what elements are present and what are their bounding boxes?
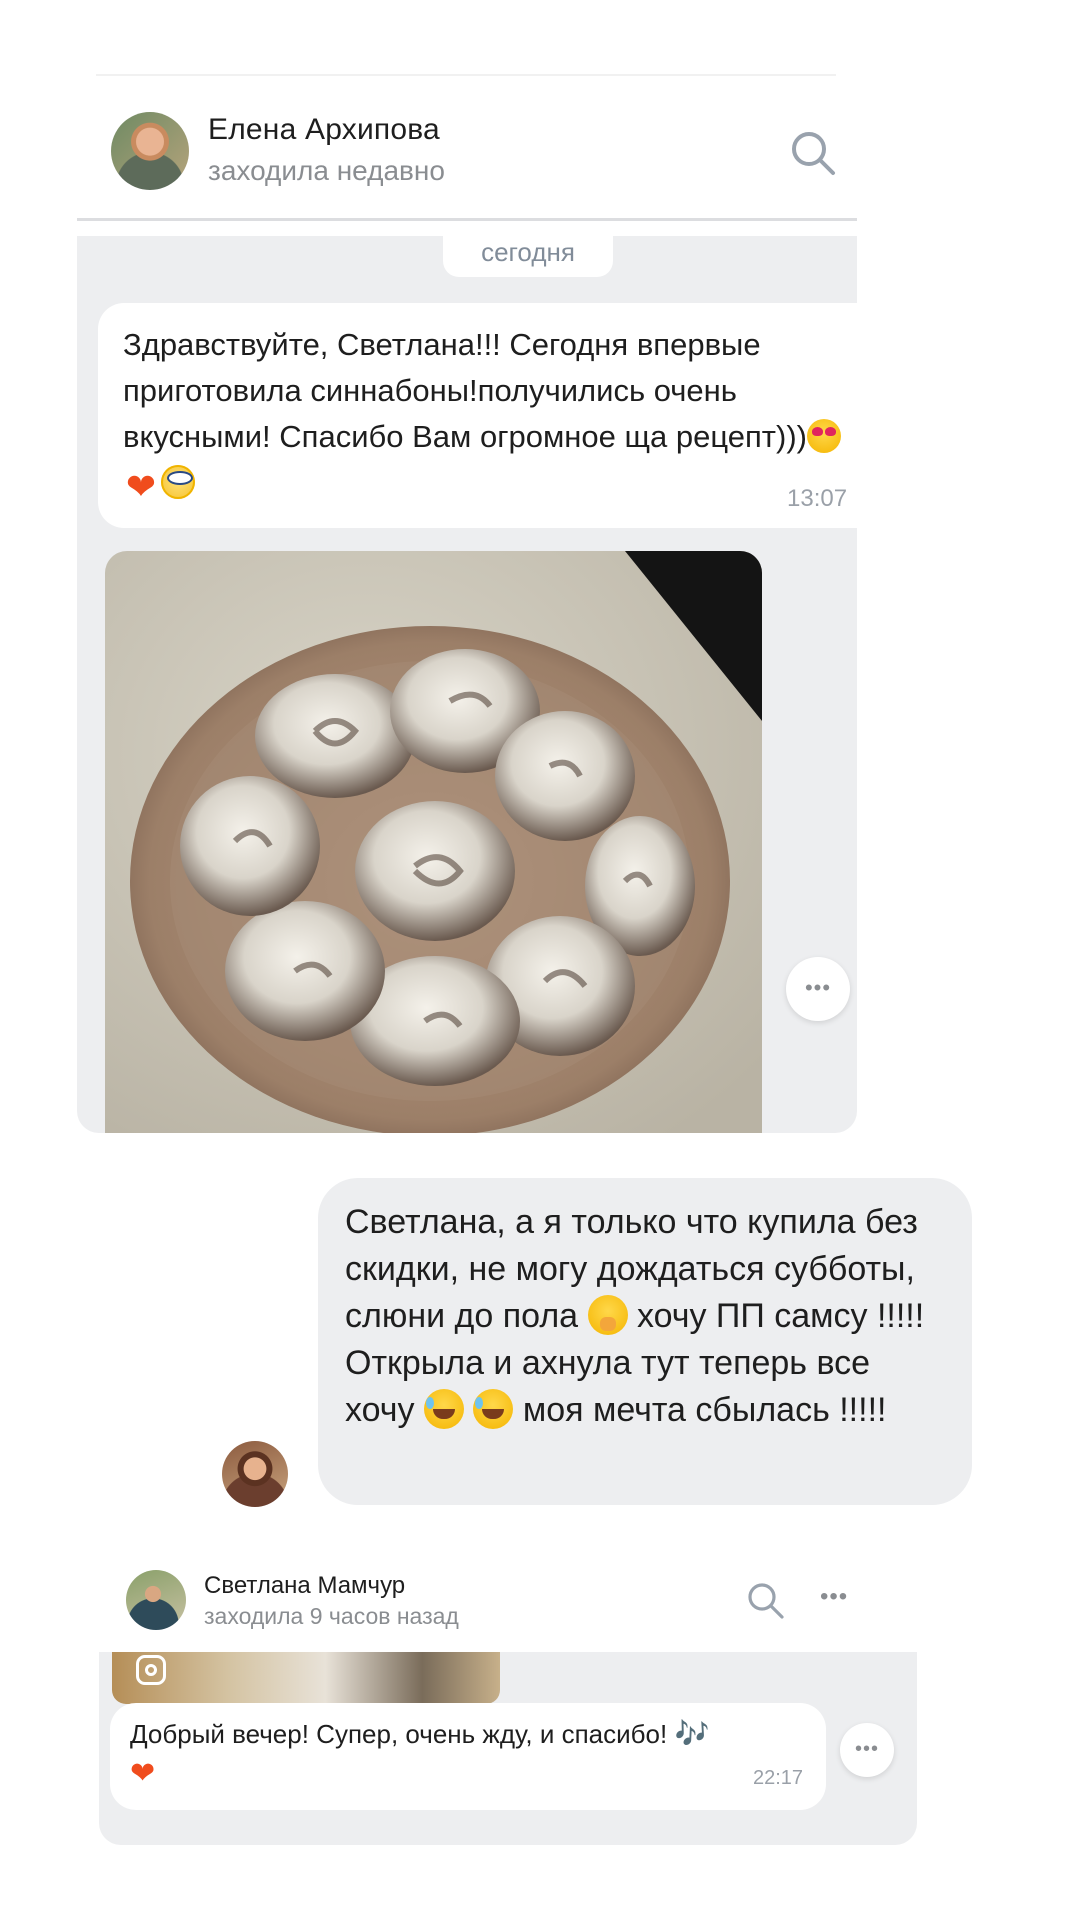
cinnamon-rolls-photo[interactable] <box>105 551 762 1133</box>
more-options-button[interactable]: ••• <box>840 1723 894 1777</box>
date-separator: сегодня <box>443 231 613 277</box>
header-divider <box>77 218 857 221</box>
heart-emoji: ❤ <box>125 466 157 507</box>
rofl-emoji <box>423 1389 464 1429</box>
chat-header <box>77 90 857 218</box>
contact-name[interactable]: Светлана Мамчур <box>204 1572 405 1600</box>
reply-text: Светлана, а я только что купила без скид… <box>345 1203 925 1429</box>
contact-name[interactable]: Елена Архипова <box>208 113 440 147</box>
search-icon[interactable] <box>745 1580 785 1620</box>
eye-roll-emoji <box>161 465 195 499</box>
heart-eyes-emoji <box>806 419 841 453</box>
musical-notes-emoji: 🎶 <box>674 1718 710 1749</box>
instagram-icon <box>136 1655 166 1685</box>
attachment-thumbnail[interactable] <box>112 1652 500 1704</box>
message-time: 22:17 <box>753 1767 804 1789</box>
message-text: Добрый вечер! Супер, очень жду, и спасиб… <box>130 1714 810 1794</box>
contact-avatar[interactable] <box>126 1570 186 1630</box>
contact-status: заходила 9 часов назад <box>204 1603 459 1629</box>
message-text: Здравствуйте, Светлана!!! Сегодня впервы… <box>123 322 863 506</box>
rofl-emoji <box>473 1389 514 1429</box>
sender-avatar[interactable] <box>222 1441 288 1507</box>
contact-avatar[interactable] <box>111 112 189 190</box>
message-time: 13:07 <box>787 485 848 512</box>
more-options-icon[interactable]: ••• <box>820 1583 848 1611</box>
contact-status: заходила недавно <box>208 155 445 186</box>
hand-over-mouth-emoji <box>587 1295 628 1335</box>
heart-emoji: ❤ <box>130 1757 156 1790</box>
top-divider <box>96 74 836 76</box>
search-icon[interactable] <box>788 128 838 178</box>
more-options-button[interactable]: ••• <box>786 957 850 1021</box>
